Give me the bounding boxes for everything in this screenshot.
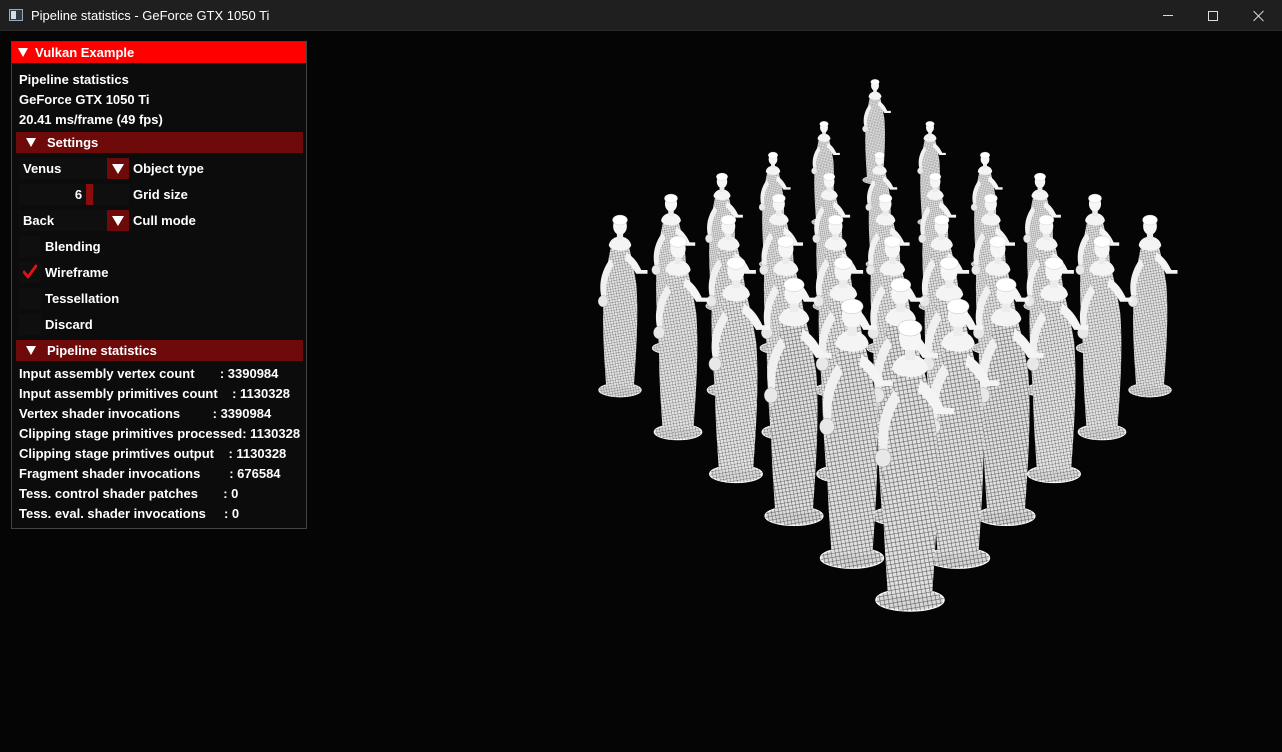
minimize-button[interactable] [1145, 0, 1191, 31]
pipeline-statistics-header[interactable]: Pipeline statistics [16, 340, 303, 361]
object-type-label: Object type [133, 161, 204, 176]
discard-label: Discard [45, 317, 93, 332]
close-button[interactable] [1236, 0, 1282, 31]
panel-title: Vulkan Example [35, 45, 135, 60]
cull-mode-value: Back [19, 210, 107, 231]
grid-size-label: Grid size [133, 187, 188, 202]
blending-checkbox[interactable] [19, 236, 41, 257]
panel-title-bar[interactable]: Vulkan Example [12, 42, 306, 63]
checkmark-icon [23, 264, 37, 279]
stat-row: Fragment shader invocations : 676584 [19, 466, 281, 481]
blending-label: Blending [45, 239, 101, 254]
collapse-triangle-icon[interactable] [18, 48, 28, 57]
pipeline-statistics-header-label: Pipeline statistics [47, 343, 157, 358]
stat-row: Clipping stage primtives output : 113032… [19, 446, 287, 461]
window-titlebar: Pipeline statistics - GeForce GTX 1050 T… [0, 0, 1282, 31]
app-icon [9, 9, 23, 21]
stat-row: Input assembly vertex count : 3390984 [19, 366, 279, 381]
object-type-value: Venus [19, 158, 107, 179]
settings-collapse-icon [26, 138, 36, 147]
object-type-combo[interactable]: Venus [19, 158, 129, 179]
example-name-text: Pipeline statistics [19, 72, 129, 87]
window-title: Pipeline statistics - GeForce GTX 1050 T… [31, 8, 270, 23]
frame-time-text: 20.41 ms/frame (49 fps) [19, 112, 163, 127]
settings-header[interactable]: Settings [16, 132, 303, 153]
object-type-dropdown-button[interactable] [107, 158, 129, 179]
cull-mode-dropdown-button[interactable] [107, 210, 129, 231]
cull-mode-combo[interactable]: Back [19, 210, 129, 231]
grid-size-value: 6 [74, 187, 83, 202]
maximize-button[interactable] [1190, 0, 1236, 31]
stat-row: Input assembly primitives count : 113032… [19, 386, 290, 401]
minimize-icon [1163, 15, 1173, 16]
wireframe-checkbox[interactable] [19, 262, 41, 283]
stat-row: Tess. eval. shader invocations : 0 [19, 506, 240, 521]
vulkan-example-panel: Vulkan Example Pipeline statistics GeFor… [11, 41, 307, 529]
tessellation-checkbox[interactable] [19, 288, 41, 309]
stat-row: Clipping stage primitives processed: 113… [19, 426, 301, 441]
device-name-text: GeForce GTX 1050 Ti [19, 92, 150, 107]
tessellation-label: Tessellation [45, 291, 120, 306]
wireframe-label: Wireframe [45, 265, 109, 280]
stat-row: Vertex shader invocations : 3390984 [19, 406, 272, 421]
maximize-icon [1208, 10, 1218, 21]
venus-statue-model [597, 214, 648, 398]
statistics-collapse-icon [26, 346, 36, 355]
close-icon [1253, 10, 1265, 22]
cull-mode-label: Cull mode [133, 213, 196, 228]
chevron-down-icon [112, 215, 124, 226]
chevron-down-icon [112, 163, 124, 174]
grid-size-slider[interactable]: 6 [19, 184, 129, 205]
settings-header-label: Settings [47, 135, 99, 150]
discard-checkbox[interactable] [19, 314, 41, 335]
stat-row: Tess. control shader patches : 0 [19, 486, 239, 501]
venus-statue-model [1127, 214, 1178, 398]
